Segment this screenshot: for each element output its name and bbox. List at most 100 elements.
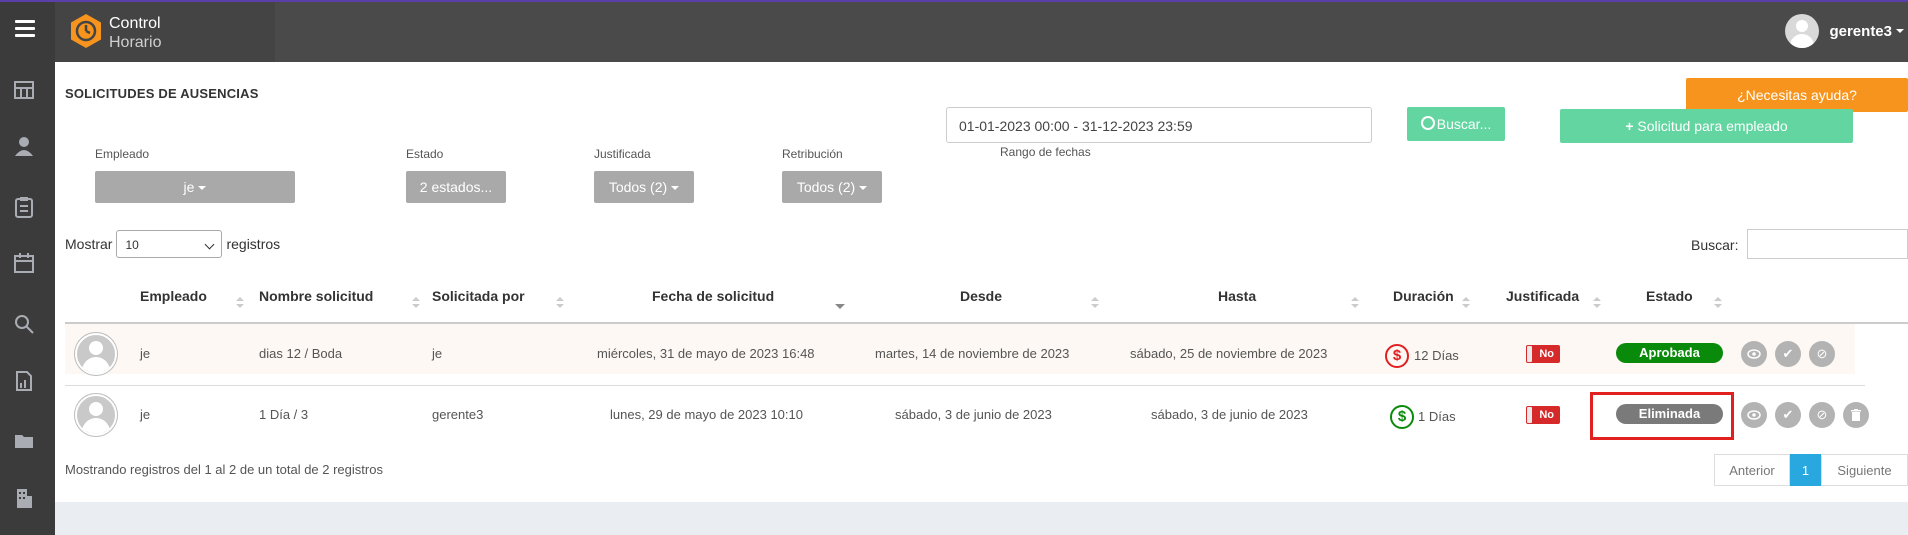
estado-filter[interactable]: 2 estados... [406,171,506,203]
delete-button[interactable] [1843,402,1869,428]
chevron-down-icon [198,186,207,191]
sort-icon [1091,297,1099,309]
avatar [75,394,117,436]
user-name: gerente3 [1829,22,1892,40]
approve-button[interactable]: ✔ [1775,402,1801,428]
new-request-label: Solicitud para empleado [1637,118,1788,134]
cell-empleado: je [140,407,151,422]
page-length-select[interactable]: 10 [116,230,223,258]
col-nombre[interactable]: Nombre solicitud [259,288,373,304]
rango-label: Rango de fechas [1000,145,1091,159]
table-search-input[interactable] [1747,229,1908,259]
user-menu[interactable]: gerente3 [1785,14,1908,48]
report-icon[interactable] [13,370,35,392]
cell-solicitada: gerente3 [432,407,484,422]
menu-icon[interactable] [15,20,35,38]
sort-icon [1351,297,1359,309]
cell-desde: sábado, 3 de junio de 2023 [895,407,1052,422]
sort-icon [412,297,420,309]
col-desde[interactable]: Desde [960,288,1002,304]
cell-empleado: je [140,346,151,361]
cell-solicitada: je [432,346,443,361]
sort-icon [556,297,564,309]
search-button[interactable]: Buscar... [1407,107,1505,141]
search-icon[interactable] [13,313,35,335]
clipboard-icon[interactable] [13,196,35,218]
col-empleado[interactable]: Empleado [140,288,207,304]
col-estado[interactable]: Estado [1646,288,1693,304]
justificada-toggle[interactable]: No [1526,345,1560,363]
search-button-label: Buscar... [1436,116,1492,132]
folder-icon[interactable] [13,430,35,452]
cell-duracion: 12 Días [1414,348,1459,363]
status-badge: Aprobada [1616,343,1723,363]
dashboard-icon[interactable] [13,79,35,101]
sort-icon [236,297,244,309]
sort-icon [1593,297,1601,309]
retribucion-filter[interactable]: Todos (2) [782,171,882,203]
help-button[interactable]: ¿Necesitas ayuda? [1686,78,1908,112]
top-bar [55,2,1908,62]
justificada-label: Justificada [594,147,651,161]
page-title: SOLICITUDES DE AUSENCIAS [65,86,259,101]
col-duracion[interactable]: Duración [1393,288,1454,304]
show-label: Mostrar [65,236,113,252]
brand[interactable]: Control Horario [55,2,275,62]
empleado-label: Empleado [95,147,150,161]
plus-icon: + [1625,118,1634,134]
view-button[interactable] [1741,341,1767,367]
records-label: registros [226,236,281,252]
cell-hasta: sábado, 25 de noviembre de 2023 [1130,346,1328,361]
table-search-label: Buscar: [1691,237,1739,253]
cell-hasta: sábado, 3 de junio de 2023 [1151,407,1308,422]
cell-desde: martes, 14 de noviembre de 2023 [875,346,1070,361]
cell-duracion: 1 Días [1418,409,1456,424]
dollar-icon: $ [1390,405,1414,429]
brand-line1: Control [109,15,161,32]
sort-icon [1714,297,1722,309]
pagination-page-1[interactable]: 1 [1790,454,1821,486]
dollar-icon: $ [1385,344,1409,368]
table-info: Mostrando registros del 1 al 2 de un tot… [65,462,383,477]
reject-button[interactable]: ⊘ [1809,341,1835,367]
user-icon[interactable] [13,135,35,157]
reject-button[interactable]: ⊘ [1809,402,1835,428]
justificada-toggle[interactable]: No [1526,406,1560,424]
brand-line2: Horario [109,34,162,51]
cell-fecha: lunes, 29 de mayo de 2023 10:10 [610,407,803,422]
avatar [75,333,117,375]
empleado-value: je [183,179,195,195]
col-fecha[interactable]: Fecha de solicitud [652,288,774,304]
justificada-value: Todos (2) [608,179,668,195]
sort-desc-icon [835,297,845,309]
approve-button[interactable]: ✔ [1775,341,1801,367]
view-button[interactable] [1741,402,1767,428]
sidebar [0,2,55,535]
avatar [1785,14,1820,48]
justificada-filter[interactable]: Todos (2) [594,171,694,203]
cell-nombre: dias 12 / Boda [259,346,343,361]
pagination-prev[interactable]: Anterior [1714,454,1790,486]
calendar-icon[interactable] [13,252,35,274]
search-icon [1420,116,1435,130]
col-hasta[interactable]: Hasta [1218,288,1256,304]
sort-icon [1462,297,1470,309]
new-request-button[interactable]: + Solicitud para empleado [1560,109,1853,143]
row-divider [65,385,1865,386]
logo-icon [68,13,104,49]
estado-value: 2 estados... [419,179,493,195]
cell-nombre: 1 Día / 3 [259,407,309,422]
chevron-down-icon [859,186,868,191]
pagination-next[interactable]: Siguiente [1821,454,1908,486]
chevron-down-icon [671,186,680,191]
brand-name: Control Horario [109,14,161,52]
highlight-box [1590,392,1734,440]
cell-fecha: miércoles, 31 de mayo de 2023 16:48 [597,346,815,361]
date-range-input[interactable]: 01-01-2023 00:00 - 31-12-2023 23:59 [946,107,1372,143]
page-length-control: Mostrar 10 registros [65,230,280,258]
col-solicitada[interactable]: Solicitada por [432,288,525,304]
building-icon[interactable] [13,487,35,509]
estado-label: Estado [406,147,444,161]
col-justificada[interactable]: Justificada [1506,288,1579,304]
empleado-filter[interactable]: je [95,171,295,203]
